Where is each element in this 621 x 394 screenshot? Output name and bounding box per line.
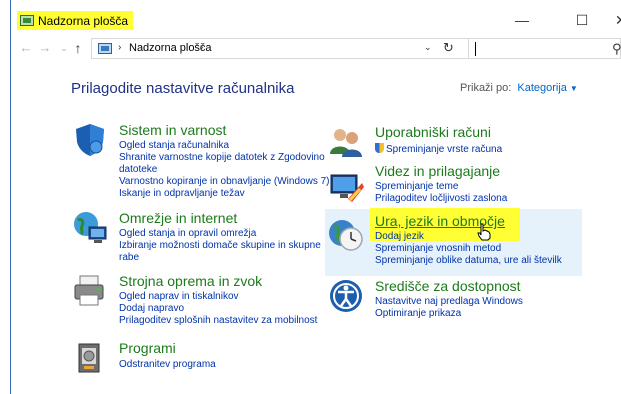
category-hardware-sound: Strojna oprema in zvok Ogled naprav in t…	[72, 273, 332, 329]
category-clock-language-region: Ura, jezik in območje Dodaj jezik Spremi…	[328, 213, 578, 271]
category-link[interactable]: rabe	[119, 252, 139, 264]
category-programs: Programi Odstranitev programa	[72, 340, 332, 374]
close-button[interactable]: ✕	[615, 10, 621, 30]
printer-icon[interactable]	[72, 273, 108, 309]
users-icon[interactable]	[328, 124, 364, 160]
page-title: Prilagodite nastavitve računalnika	[71, 80, 295, 97]
forward-button[interactable]: →	[36, 39, 54, 57]
category-link[interactable]: Optimiranje prikaza	[375, 308, 461, 320]
category-link[interactable]: Varnostno kopiranje in obnavljanje (Wind…	[119, 176, 329, 188]
category-link[interactable]: Spreminjanje teme	[375, 181, 458, 193]
category-system-security: Sistem in varnost Ogled stanja računalni…	[72, 122, 332, 202]
category-accessibility: Središče za dostopnost Nastavitve naj pr…	[328, 278, 578, 322]
category-link[interactable]: Izbiranje možnosti domače skupine in sku…	[119, 240, 321, 252]
category-link[interactable]: datoteke	[119, 164, 157, 176]
category-link[interactable]: Shranite varnostne kopije datotek z Zgod…	[119, 152, 325, 164]
programs-icon[interactable]	[72, 340, 108, 376]
hand-cursor-icon	[477, 223, 491, 241]
category-title[interactable]: Strojna oprema in zvok	[119, 273, 262, 289]
category-link[interactable]: Ogled stanja in opravil omrežja	[119, 228, 256, 240]
category-link[interactable]: Nastavitve naj predlaga Windows	[375, 296, 523, 308]
category-link[interactable]: Ogled naprav in tiskalnikov	[119, 291, 239, 303]
category-network-internet: Omrežje in internet Ogled stanja in opra…	[72, 210, 332, 266]
admin-shield-icon	[375, 143, 384, 153]
category-link[interactable]: Prilagoditev ločljivosti zaslona	[375, 193, 507, 205]
appearance-icon[interactable]	[328, 169, 364, 205]
category-title[interactable]: Omrežje in internet	[119, 210, 237, 226]
category-title[interactable]: Središče za dostopnost	[375, 278, 521, 294]
breadcrumb-separator[interactable]: ›	[118, 42, 121, 53]
control-panel-icon	[20, 15, 34, 26]
category-link[interactable]: Dodaj jezik	[375, 231, 424, 243]
category-link[interactable]: Odstranitev programa	[119, 359, 216, 371]
window-title: Nadzorna plošča	[38, 14, 129, 28]
minimize-button[interactable]: —	[507, 10, 537, 30]
shield-icon[interactable]	[72, 122, 108, 158]
category-link[interactable]: Ogled stanja računalnika	[119, 140, 229, 152]
view-by-label: Prikaži po:	[460, 82, 512, 94]
view-by: Prikaži po: Kategorija ▼	[460, 82, 578, 94]
category-link[interactable]: Spreminjanje vrste računa	[375, 143, 502, 156]
category-link[interactable]: Iskanje in odpravljanje težav	[119, 188, 245, 200]
control-panel-icon	[98, 43, 112, 54]
category-title[interactable]: Sistem in varnost	[119, 122, 226, 138]
search-input[interactable]: ⚲	[468, 38, 621, 59]
view-by-dropdown[interactable]: Kategorija	[517, 82, 567, 94]
category-user-accounts: Uporabniški računi Spreminjanje vrste ra…	[328, 124, 578, 158]
navigation-bar: ← → ⌄ ↑ › Nadzorna plošča › ⌄ ↻ ⚲	[11, 38, 621, 60]
clock-globe-icon[interactable]	[328, 217, 364, 253]
category-link[interactable]: Spreminjanje oblike datuma, ure ali štev…	[375, 255, 562, 267]
category-title[interactable]: Programi	[119, 340, 176, 356]
address-dropdown-icon[interactable]: ⌄	[424, 42, 432, 53]
maximize-button[interactable]: ☐	[567, 10, 597, 30]
category-title[interactable]: Videz in prilagajanje	[375, 163, 500, 179]
address-bar[interactable]: › Nadzorna plošča › ⌄ ↻	[91, 38, 477, 59]
category-link-label: Spreminjanje vrste računa	[386, 144, 503, 155]
search-icon[interactable]: ⚲	[612, 41, 621, 57]
network-icon[interactable]	[72, 210, 108, 246]
refresh-icon[interactable]: ↻	[443, 40, 454, 56]
back-button[interactable]: ←	[17, 39, 35, 57]
category-link[interactable]: Prilagoditev splošnih nastavitev za mobi…	[119, 315, 317, 327]
up-button[interactable]: ↑	[69, 39, 87, 57]
accessibility-icon[interactable]	[328, 278, 364, 314]
title-bar: Nadzorna plošča — ☐ ✕	[11, 0, 621, 36]
category-link[interactable]: Spreminjanje vnosnih metod	[375, 243, 501, 255]
text-caret	[475, 42, 476, 56]
category-title[interactable]: Uporabniški računi	[375, 124, 491, 140]
category-link[interactable]: Dodaj napravo	[119, 303, 184, 315]
category-appearance: Videz in prilagajanje Spreminjanje teme …	[328, 163, 578, 207]
breadcrumb-separator[interactable]: ›	[200, 42, 203, 53]
chevron-down-icon[interactable]: ▼	[570, 84, 578, 93]
